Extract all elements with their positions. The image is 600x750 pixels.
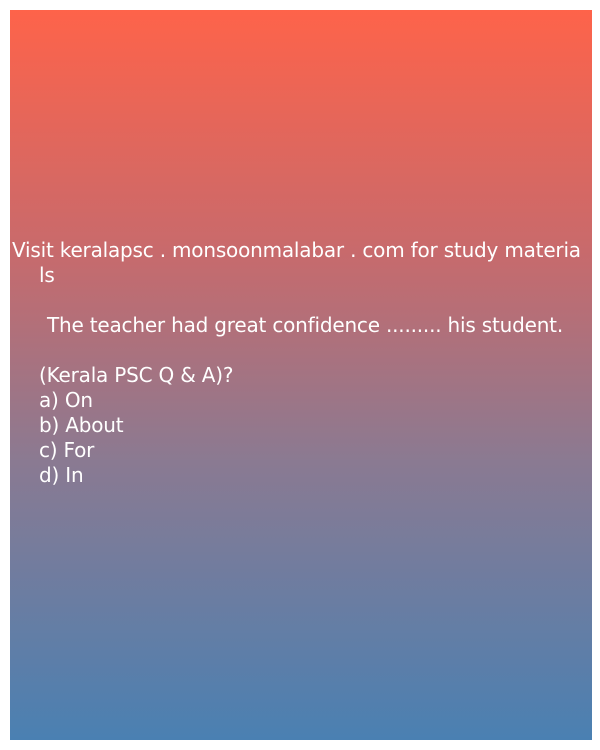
option-a: a) On <box>39 388 93 412</box>
promo-text-line-1: Visit keralapsc . monsoonmalabar . com f… <box>12 238 581 262</box>
option-b: b) About <box>39 413 124 437</box>
question-card: Visit keralapsc . monsoonmalabar . com f… <box>10 10 592 740</box>
question-content: Visit keralapsc . monsoonmalabar . com f… <box>10 238 592 488</box>
promo-text-line-2: ls <box>39 263 55 287</box>
question-text: The teacher had great confidence .......… <box>47 313 563 337</box>
question-source: (Kerala PSC Q & A)? <box>39 363 234 387</box>
option-d: d) In <box>39 463 84 487</box>
option-c: c) For <box>39 438 95 462</box>
